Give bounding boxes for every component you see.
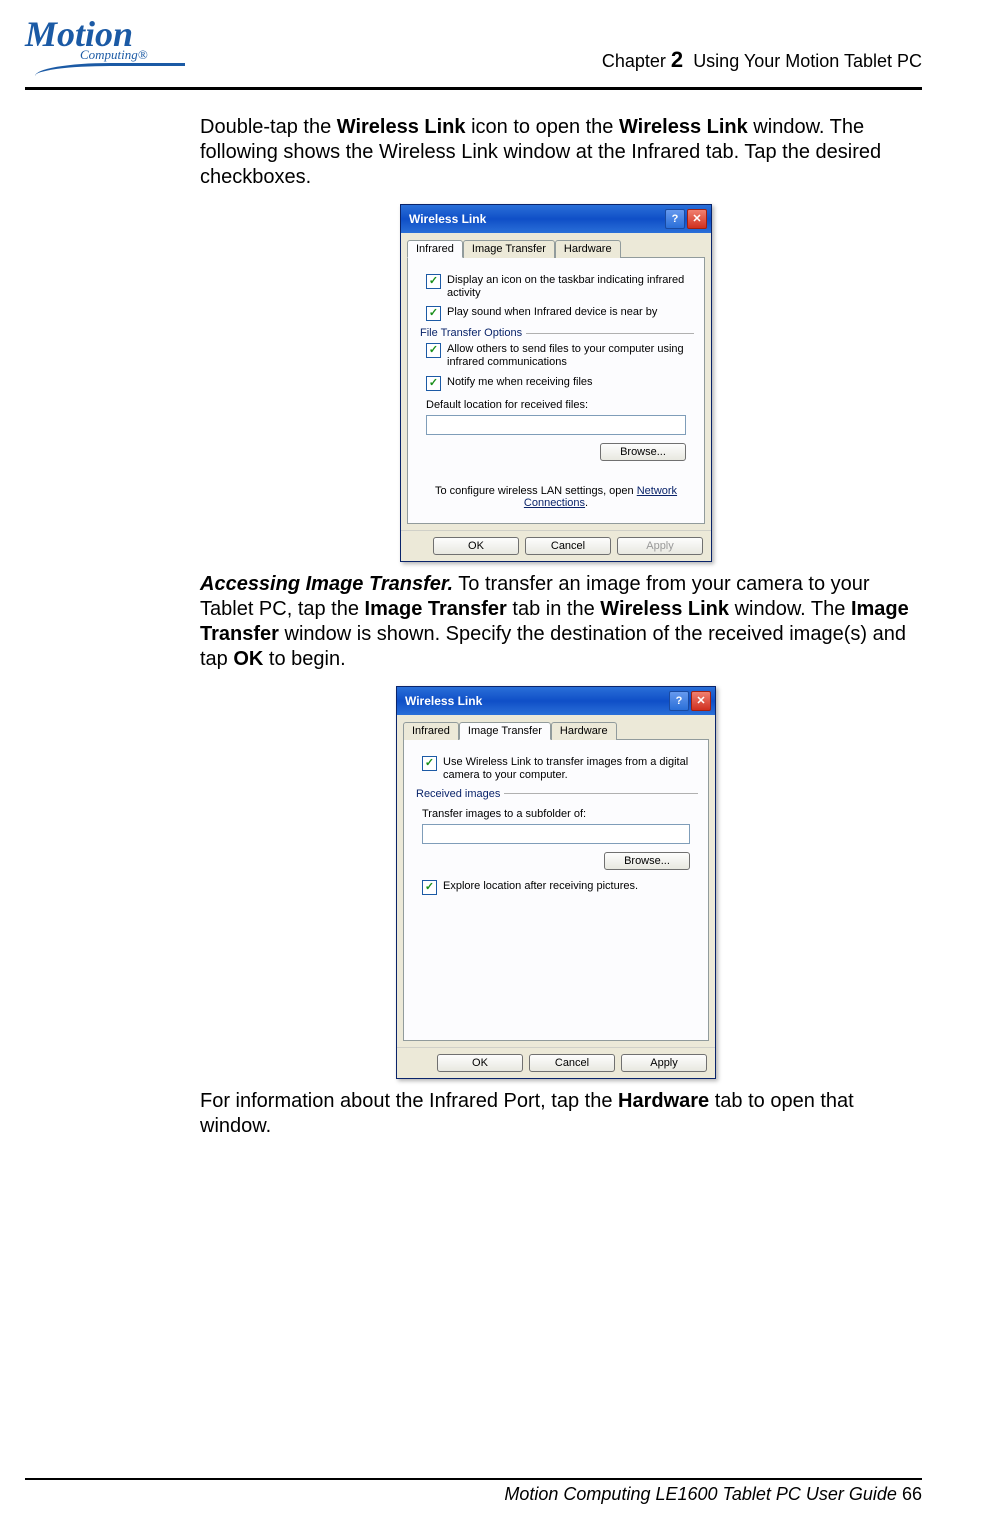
logo-sub: Computing®	[80, 47, 185, 63]
cancel-button[interactable]: Cancel	[529, 1054, 615, 1072]
dialog-button-bar: OK Cancel Apply	[397, 1047, 715, 1078]
intro-paragraph: Double-tap the Wireless Link icon to ope…	[200, 115, 912, 190]
ok-button[interactable]: OK	[433, 537, 519, 555]
page-footer: Motion Computing LE1600 Tablet PC User G…	[25, 1478, 922, 1505]
chk-notify-receive[interactable]: ✓ Notify me when receiving files	[426, 376, 694, 391]
checkbox-icon[interactable]: ✓	[426, 343, 441, 358]
chk-label: Explore location after receiving picture…	[443, 880, 638, 893]
location-input[interactable]	[426, 415, 686, 435]
tab-body: ✓ Display an icon on the taskbar indicat…	[407, 257, 705, 524]
tab-strip: Infrared Image Transfer Hardware	[397, 715, 715, 739]
header-rule	[25, 87, 922, 90]
subfolder-label: Transfer images to a subfolder of:	[422, 808, 698, 820]
close-icon[interactable]: ✕	[691, 691, 711, 711]
apply-button[interactable]: Apply	[621, 1054, 707, 1072]
chapter-number: 2	[671, 47, 683, 72]
wireless-link-dialog-infrared: Wireless Link ? ✕ Infrared Image Transfe…	[400, 204, 712, 562]
location-label: Default location for received files:	[426, 399, 694, 411]
tab-strip: Infrared Image Transfer Hardware	[401, 233, 711, 257]
content-column: Double-tap the Wireless Link icon to ope…	[200, 115, 912, 1139]
checkbox-icon[interactable]: ✓	[426, 274, 441, 289]
checkbox-icon[interactable]: ✓	[422, 756, 437, 771]
logo-swoosh	[35, 63, 185, 76]
page-header: Motion Computing® Chapter 2 Using Your M…	[25, 20, 922, 87]
hardware-note-paragraph: For information about the Infrared Port,…	[200, 1089, 912, 1139]
chk-label: Allow others to send files to your compu…	[447, 343, 694, 369]
group-file-transfer: File Transfer Options	[420, 327, 694, 339]
logo: Motion Computing®	[25, 20, 185, 81]
browse-button[interactable]: Browse...	[600, 443, 686, 461]
titlebar[interactable]: Wireless Link ? ✕	[397, 687, 715, 715]
image-transfer-paragraph: Accessing Image Transfer. To transfer an…	[200, 572, 912, 672]
browse-button[interactable]: Browse...	[604, 852, 690, 870]
tab-image-transfer[interactable]: Image Transfer	[459, 722, 551, 740]
chk-taskbar-icon[interactable]: ✓ Display an icon on the taskbar indicat…	[426, 274, 694, 300]
checkbox-icon[interactable]: ✓	[426, 376, 441, 391]
chapter-heading: Chapter 2 Using Your Motion Tablet PC	[602, 47, 922, 81]
logo-main: Motion	[25, 20, 185, 49]
subfolder-input[interactable]	[422, 824, 690, 844]
tab-infrared[interactable]: Infrared	[403, 722, 459, 740]
dialog1-wrap: Wireless Link ? ✕ Infrared Image Transfe…	[200, 204, 912, 562]
footer-text: Motion Computing LE1600 Tablet PC User G…	[25, 1480, 922, 1505]
help-icon[interactable]: ?	[669, 691, 689, 711]
close-icon[interactable]: ✕	[687, 209, 707, 229]
titlebar[interactable]: Wireless Link ? ✕	[401, 205, 711, 233]
dialog2-wrap: Wireless Link ? ✕ Infrared Image Transfe…	[200, 686, 912, 1079]
ok-button[interactable]: OK	[437, 1054, 523, 1072]
page-number: 66	[902, 1484, 922, 1504]
chapter-label: Chapter	[602, 51, 666, 71]
chk-explore-location[interactable]: ✓ Explore location after receiving pictu…	[422, 880, 698, 895]
tab-body: ✓ Use Wireless Link to transfer images f…	[403, 739, 709, 1041]
wireless-link-dialog-image-transfer: Wireless Link ? ✕ Infrared Image Transfe…	[396, 686, 716, 1079]
tab-image-transfer[interactable]: Image Transfer	[463, 240, 555, 258]
window-title: Wireless Link	[405, 694, 482, 708]
cancel-button[interactable]: Cancel	[525, 537, 611, 555]
help-icon[interactable]: ?	[665, 209, 685, 229]
tab-hardware[interactable]: Hardware	[551, 722, 617, 740]
chk-label: Use Wireless Link to transfer images fro…	[443, 756, 698, 782]
apply-button[interactable]: Apply	[617, 537, 703, 555]
chk-label: Notify me when receiving files	[447, 376, 593, 389]
chk-play-sound[interactable]: ✓ Play sound when Infrared device is nea…	[426, 306, 694, 321]
chk-label: Display an icon on the taskbar indicatin…	[447, 274, 694, 300]
chk-label: Play sound when Infrared device is near …	[447, 306, 657, 319]
group-received-images: Received images	[416, 788, 698, 800]
checkbox-icon[interactable]: ✓	[422, 880, 437, 895]
chk-allow-send[interactable]: ✓ Allow others to send files to your com…	[426, 343, 694, 369]
dialog-button-bar: OK Cancel Apply	[401, 530, 711, 561]
checkbox-icon[interactable]: ✓	[426, 306, 441, 321]
lan-note: To configure wireless LAN settings, open…	[422, 485, 690, 509]
tab-hardware[interactable]: Hardware	[555, 240, 621, 258]
window-title: Wireless Link	[409, 212, 486, 226]
chapter-title: Using Your Motion Tablet PC	[693, 51, 922, 71]
tab-infrared[interactable]: Infrared	[407, 240, 463, 258]
chk-use-wireless-link[interactable]: ✓ Use Wireless Link to transfer images f…	[422, 756, 698, 782]
